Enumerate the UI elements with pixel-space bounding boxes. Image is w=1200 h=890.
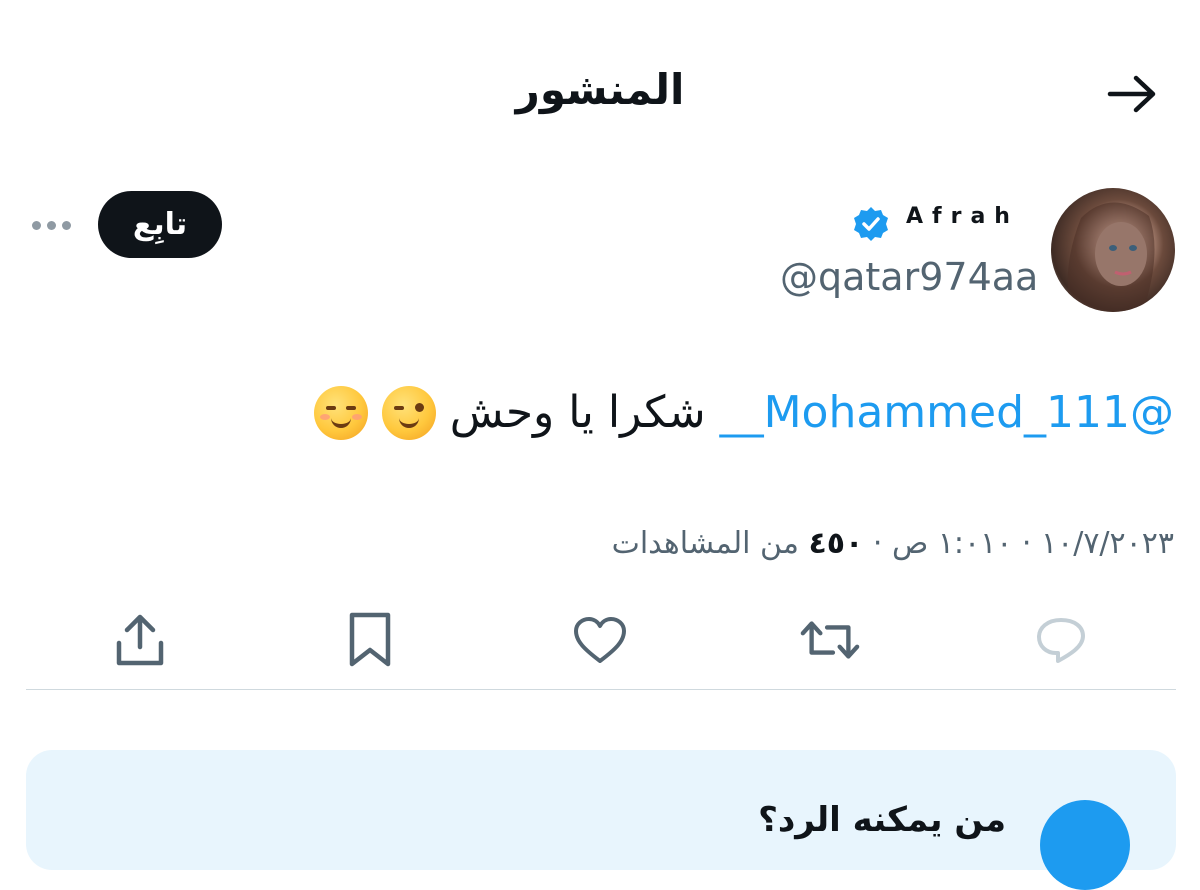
follow-button[interactable]: تابِع (98, 191, 222, 258)
like-icon (574, 617, 626, 663)
tweet-meta: ١٠/٧/٢٠٢٣ · ١:٠١٠ ص · ٤٥٠ من المشاهدات (612, 524, 1174, 564)
more-options-button[interactable] (28, 210, 74, 240)
reply-settings-icon (1040, 800, 1130, 890)
arrow-right-icon (1107, 75, 1156, 113)
winking-face-emoji (381, 386, 436, 440)
avatar-image (1067, 202, 1161, 312)
more-icon (31, 220, 71, 230)
reply-icon (1037, 618, 1085, 663)
verified-badge-icon (852, 205, 890, 243)
reply-button[interactable] (1031, 610, 1091, 670)
mention-link[interactable]: @Mohammed_111__ (720, 380, 1174, 446)
avatar[interactable] (1051, 188, 1175, 312)
author-display-name[interactable]: Afrah (906, 202, 1019, 232)
views-label: من المشاهدات (611, 526, 799, 561)
tweet-text: @Mohammed_111__ شكرا يا وحش (313, 380, 1174, 446)
tweet-datetime[interactable]: ١٠/٧/٢٠٢٣ · ١:٠١٠ ص · (873, 526, 1174, 561)
share-button[interactable] (110, 610, 170, 670)
views-count: ٤٥٠ (808, 526, 864, 561)
back-button[interactable] (1104, 66, 1160, 122)
bookmark-icon (349, 612, 391, 667)
like-button[interactable] (570, 610, 630, 670)
who-can-reply-title: من يمكنه الرد؟ (758, 800, 1006, 840)
relieved-face-emoji (313, 386, 368, 440)
page-title: المنشور (515, 65, 685, 114)
bookmark-button[interactable] (340, 610, 400, 670)
share-icon (116, 614, 164, 666)
tweet-body-text: شكرا يا وحش (449, 387, 706, 438)
tweet-actions (26, 604, 1176, 674)
divider (26, 689, 1176, 690)
repost-button[interactable] (800, 610, 860, 670)
author-handle[interactable]: @qatar974aa (780, 252, 1038, 302)
repost-icon (800, 621, 860, 659)
